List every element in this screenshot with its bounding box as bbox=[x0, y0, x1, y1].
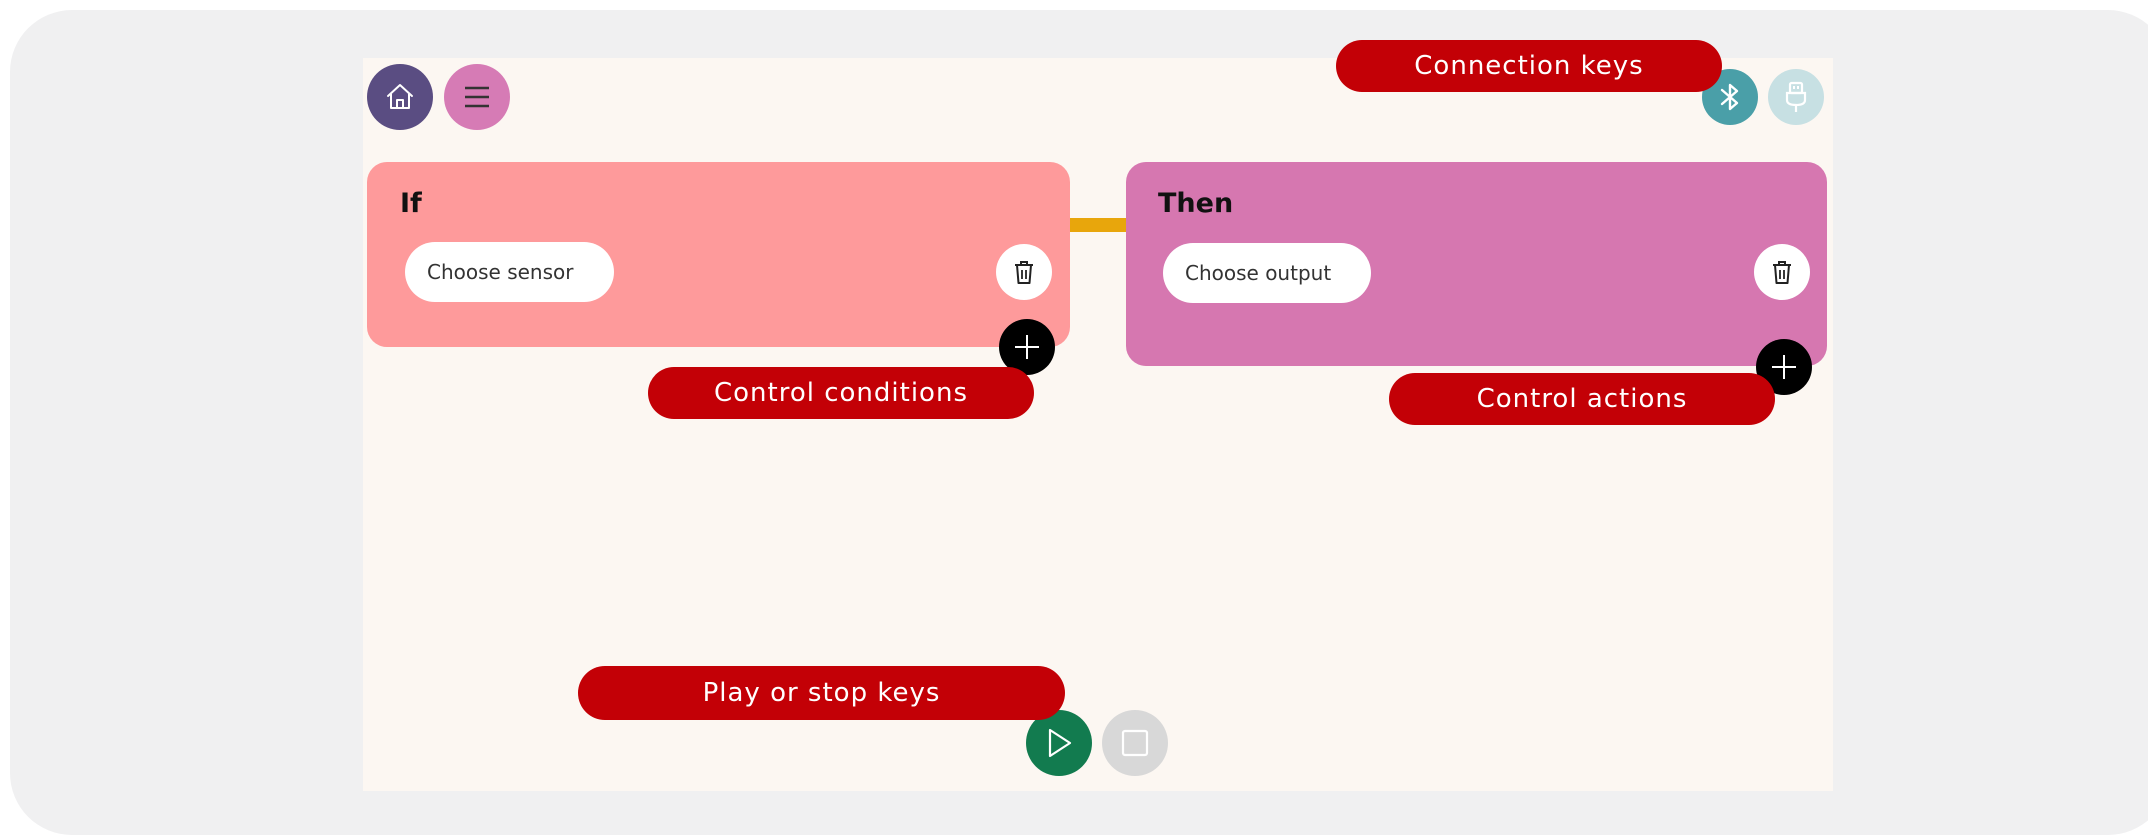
menu-button[interactable] bbox=[444, 64, 510, 130]
stop-button[interactable] bbox=[1102, 710, 1168, 776]
callout-connection-keys: Connection keys bbox=[1336, 40, 1722, 92]
home-icon bbox=[387, 84, 413, 109]
hamburger-menu-icon bbox=[465, 86, 489, 108]
usb-plug-icon bbox=[1785, 81, 1807, 112]
stop-icon bbox=[1121, 729, 1149, 757]
plus-icon bbox=[1772, 355, 1796, 379]
choose-sensor-dropdown[interactable]: Choose sensor bbox=[405, 242, 614, 302]
trash-icon bbox=[1773, 261, 1791, 284]
choose-output-dropdown[interactable]: Choose output bbox=[1163, 243, 1371, 303]
callout-play-stop-keys: Play or stop keys bbox=[578, 666, 1065, 720]
if-block-title: If bbox=[400, 188, 422, 219]
then-delete-button[interactable] bbox=[1754, 244, 1810, 300]
trash-icon bbox=[1015, 261, 1033, 284]
callout-control-conditions: Control conditions bbox=[648, 367, 1034, 419]
callout-control-actions: Control actions bbox=[1389, 373, 1775, 425]
bluetooth-icon bbox=[1720, 83, 1739, 111]
block-connector bbox=[1070, 218, 1126, 232]
if-delete-button[interactable] bbox=[996, 244, 1052, 300]
play-icon bbox=[1048, 728, 1072, 758]
usb-button[interactable] bbox=[1768, 69, 1824, 125]
home-button[interactable] bbox=[367, 64, 433, 130]
then-block-title: Then bbox=[1158, 188, 1234, 219]
plus-icon bbox=[1015, 335, 1039, 359]
